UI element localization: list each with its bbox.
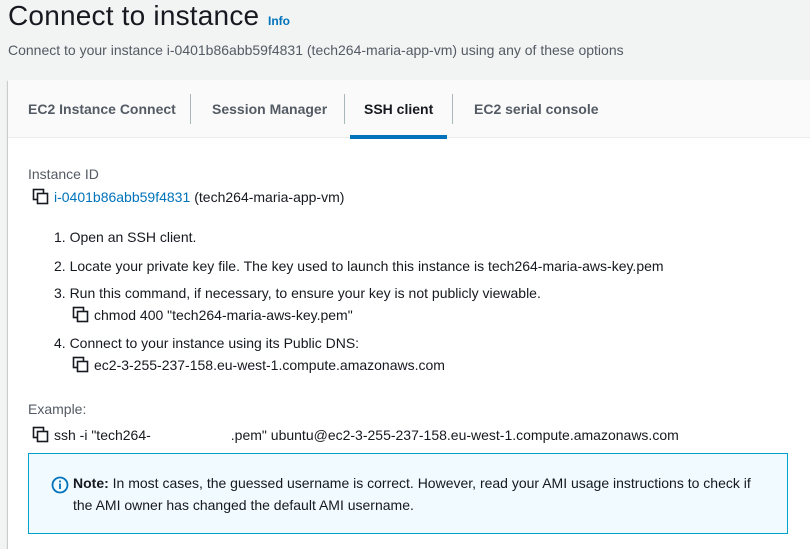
tab-session-manager[interactable]: Session Manager [212,80,327,138]
step-3: 3. Run this command, if necessary, to en… [54,285,541,301]
example-command-suffix: .pem" ubuntu@ec2-3-255-237-158.eu-west-1… [230,427,679,443]
page-title: Connect to instance [8,0,260,31]
instance-id-label: Instance ID [28,166,99,182]
note-text: Note: In most cases, the guessed usernam… [73,472,773,516]
tab-separator [344,94,345,124]
info-link[interactable]: Info [268,14,290,28]
tab-ec2-instance-connect[interactable]: EC2 Instance Connect [28,80,176,138]
page-subtitle: Connect to your instance i-0401b86abb59f… [8,42,624,58]
chmod-command-row: chmod 400 "tech264-maria-aws-key.pem" [72,306,353,324]
redacted-text [150,429,231,441]
step-4: 4. Connect to your instance using its Pu… [54,335,360,351]
copy-icon[interactable] [32,188,50,206]
tab-ssh-client[interactable]: SSH client [350,80,448,139]
note-body: In most cases, the guessed username is c… [73,475,751,513]
copy-icon[interactable] [72,356,90,374]
tab-separator [452,94,453,124]
connection-tabs: EC2 Instance Connect Session Manager SSH… [8,80,810,139]
step-1: 1. Open an SSH client. [54,229,197,245]
instance-id-row: i-0401b86abb59f4831 (tech264-maria-app-v… [32,188,344,206]
chmod-command: chmod 400 "tech264-maria-aws-key.pem" [94,307,353,323]
note-alert: Note: In most cases, the guessed usernam… [28,453,788,534]
connect-panel: EC2 Instance Connect Session Manager SSH… [8,80,810,549]
instance-name: (tech264-maria-app-vm) [194,189,345,205]
public-dns: ec2-3-255-237-158.eu-west-1.compute.amaz… [94,357,445,373]
example-label: Example: [28,401,87,417]
note-title: Note: [73,475,109,491]
example-command-row: ssh -i "tech264- .pem" ubuntu@ec2-3-255-… [32,426,679,444]
tab-ec2-serial-console[interactable]: EC2 serial console [474,80,599,138]
copy-icon[interactable] [32,426,50,444]
tab-separator [190,94,191,124]
example-command-prefix: ssh -i "tech264- [54,427,151,443]
public-dns-row: ec2-3-255-237-158.eu-west-1.compute.amaz… [72,356,445,374]
copy-icon[interactable] [72,306,90,324]
info-icon [51,476,69,494]
instance-id-link[interactable]: i-0401b86abb59f4831 [54,189,190,205]
step-2: 2. Locate your private key file. The key… [54,258,664,274]
